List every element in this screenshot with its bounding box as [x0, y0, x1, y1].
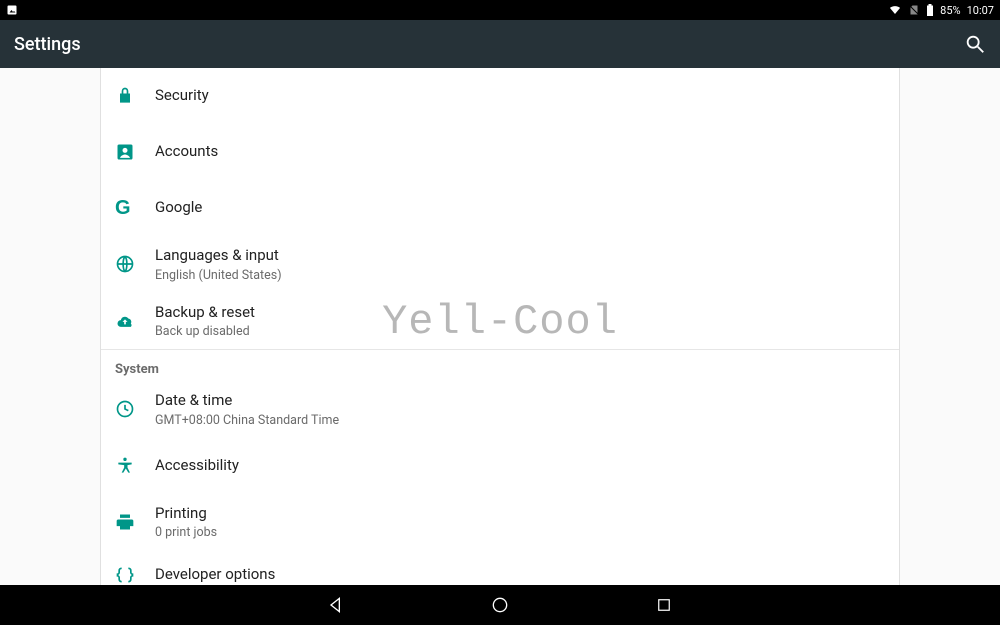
item-label: Date & time [155, 391, 339, 411]
recents-button[interactable] [652, 593, 676, 617]
cloud-upload-icon [115, 311, 155, 331]
lock-icon [115, 86, 155, 106]
search-icon [964, 33, 986, 55]
settings-item-languages[interactable]: Languages & input English (United States… [101, 236, 899, 293]
settings-item-backup[interactable]: Backup & reset Back up disabled [101, 293, 899, 350]
item-label: Security [155, 86, 209, 106]
item-sub: English (United States) [155, 268, 282, 283]
item-sub: 0 print jobs [155, 525, 217, 540]
settings-item-developer[interactable]: Developer options [101, 550, 899, 585]
home-button[interactable] [488, 593, 512, 617]
recents-icon [655, 596, 673, 614]
page-title: Settings [14, 34, 81, 55]
settings-item-printing[interactable]: Printing 0 print jobs [101, 494, 899, 551]
section-header-system: System [101, 349, 899, 381]
app-bar: Settings [0, 20, 1000, 68]
item-label: Developer options [155, 565, 275, 585]
item-sub: Back up disabled [155, 324, 255, 339]
clock-icon [115, 399, 155, 419]
battery-icon [926, 4, 934, 16]
no-sim-icon [908, 4, 920, 16]
settings-item-accessibility[interactable]: Accessibility [101, 438, 899, 494]
braces-icon [115, 565, 155, 585]
search-button[interactable] [964, 33, 986, 55]
content-area: Yell-Cool Security Accounts G Google [0, 68, 1000, 585]
google-icon: G [115, 198, 155, 218]
battery-percentage: 85% [940, 4, 960, 17]
back-button[interactable] [324, 593, 348, 617]
print-icon [115, 512, 155, 532]
home-icon [490, 595, 510, 615]
item-label: Accounts [155, 142, 218, 162]
item-label: Accessibility [155, 456, 239, 476]
navigation-bar [0, 585, 1000, 625]
settings-item-accounts[interactable]: Accounts [101, 124, 899, 180]
item-label: Languages & input [155, 246, 282, 266]
settings-item-security[interactable]: Security [101, 68, 899, 124]
item-label: Backup & reset [155, 303, 255, 323]
settings-item-google[interactable]: G Google [101, 180, 899, 236]
settings-panel: Yell-Cool Security Accounts G Google [100, 68, 900, 585]
image-icon [6, 4, 18, 16]
status-time: 10:07 [967, 4, 994, 17]
settings-list: Security Accounts G Google Languages & i… [101, 68, 899, 585]
back-icon [326, 595, 346, 615]
account-icon [115, 142, 155, 162]
globe-icon [115, 254, 155, 274]
settings-item-datetime[interactable]: Date & time GMT+08:00 China Standard Tim… [101, 381, 899, 438]
item-label: Google [155, 198, 202, 218]
item-label: Printing [155, 504, 217, 524]
wifi-icon [888, 4, 902, 16]
accessibility-icon [115, 456, 155, 476]
status-bar: 85% 10:07 [0, 0, 1000, 20]
item-sub: GMT+08:00 China Standard Time [155, 413, 339, 428]
